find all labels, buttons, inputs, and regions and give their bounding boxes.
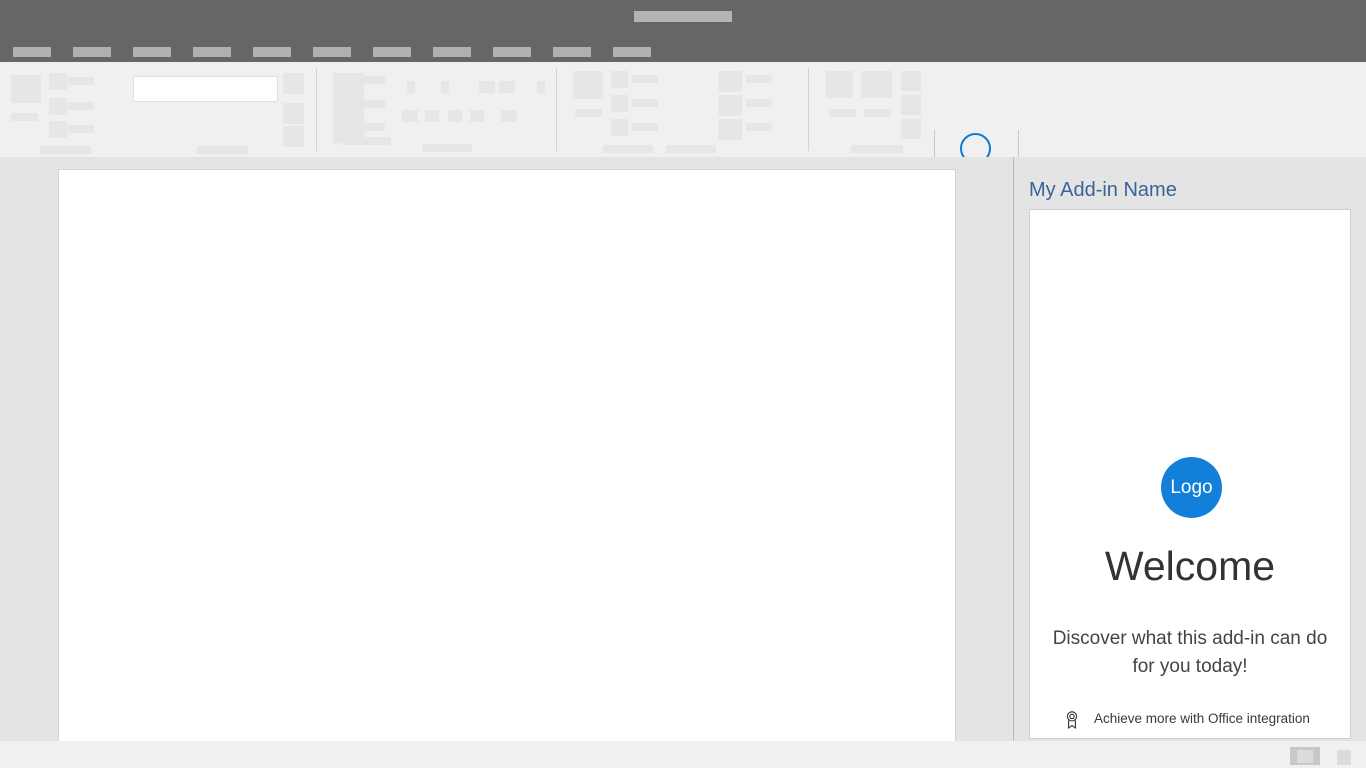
status-bar: [0, 741, 1366, 768]
ribbon-tab-3[interactable]: [133, 47, 171, 57]
ribbon-tab-11[interactable]: [613, 47, 651, 57]
ribbon-tab-7[interactable]: [373, 47, 411, 57]
ribbon-block: [746, 123, 772, 131]
ribbon-block[interactable]: [425, 110, 439, 122]
ribbon-block[interactable]: [283, 126, 304, 147]
ribbon-block: [632, 123, 658, 131]
ribbon-block[interactable]: [611, 119, 628, 136]
ribbon-block: [360, 100, 385, 108]
ribbon-block[interactable]: [718, 71, 742, 92]
ribbon-block[interactable]: [470, 110, 484, 122]
task-pane-content-card: Logo Welcome Discover what this add-in c…: [1029, 209, 1351, 739]
ribbon-text-input[interactable]: [133, 76, 278, 102]
award-ribbon-icon: [1062, 710, 1082, 730]
ribbon-group-label: [40, 146, 91, 154]
ribbon-block[interactable]: [49, 121, 67, 138]
ribbon-block[interactable]: [49, 98, 67, 115]
ribbon-tab-4[interactable]: [193, 47, 231, 57]
title-placeholder: [634, 11, 732, 22]
ribbon-block[interactable]: [501, 110, 517, 122]
task-pane-title: My Add-in Name: [1029, 179, 1177, 202]
group-divider: [556, 68, 557, 151]
ribbon: Command 1 Group Name: [0, 62, 1366, 158]
ribbon-block: [746, 99, 772, 107]
ribbon-block[interactable]: [537, 81, 545, 93]
status-placeholder-1-inner: [1297, 750, 1313, 763]
ribbon-group-label: [851, 145, 903, 153]
ribbon-tab-6[interactable]: [313, 47, 351, 57]
ribbon-block: [68, 77, 94, 85]
welcome-subtitle: Discover what this add-in can do for you…: [1050, 625, 1330, 681]
ribbon-group-label: [197, 146, 248, 154]
ribbon-block: [575, 109, 602, 117]
ribbon-block: [632, 75, 658, 83]
ribbon-group-label: [422, 144, 472, 152]
ribbon-block: [829, 109, 856, 117]
ribbon-block: [360, 76, 385, 84]
ribbon-group-label: [666, 145, 716, 153]
ribbon-group-1: [0, 62, 318, 157]
status-placeholder-2[interactable]: [1337, 750, 1351, 765]
ribbon-block: [68, 102, 94, 110]
ribbon-block: [746, 75, 772, 83]
ribbon-group-3: [558, 62, 713, 157]
ribbon-block: [632, 99, 658, 107]
feature-label: Achieve more with Office integration: [1094, 711, 1310, 726]
ribbon-block[interactable]: [49, 73, 67, 90]
ribbon-block[interactable]: [901, 119, 921, 139]
ribbon-block[interactable]: [402, 110, 418, 122]
ribbon-block[interactable]: [441, 81, 449, 93]
ribbon-tab-8[interactable]: [433, 47, 471, 57]
ribbon-block[interactable]: [479, 81, 495, 93]
ribbon-block: [864, 109, 891, 117]
ribbon-tab-10[interactable]: [553, 47, 591, 57]
ribbon-block[interactable]: [718, 119, 742, 140]
ribbon-block[interactable]: [283, 73, 304, 94]
ribbon-tab-5[interactable]: [253, 47, 291, 57]
ribbon-block[interactable]: [611, 71, 628, 88]
ribbon-tab-strip[interactable]: [0, 37, 1366, 62]
ribbon-block[interactable]: [861, 71, 892, 98]
ribbon-block[interactable]: [283, 103, 304, 124]
ribbon-tab-2[interactable]: [73, 47, 111, 57]
ribbon-block[interactable]: [718, 95, 742, 116]
ribbon-group-2: [318, 62, 558, 157]
ribbon-block[interactable]: [573, 71, 603, 99]
group-divider: [808, 68, 809, 151]
addin-logo: Logo: [1161, 457, 1222, 518]
ribbon-block[interactable]: [901, 71, 921, 91]
ribbon-block: [68, 125, 94, 133]
ribbon-group-5: [813, 62, 934, 157]
welcome-heading: Welcome: [1030, 543, 1350, 590]
ribbon-block: [360, 123, 385, 131]
ribbon-block[interactable]: [11, 75, 41, 103]
ribbon-block[interactable]: [901, 95, 921, 115]
ribbon-block: [11, 113, 38, 121]
task-pane: My Add-in Name Logo Welcome Discover wha…: [1014, 157, 1366, 741]
ribbon-block[interactable]: [611, 95, 628, 112]
ribbon-block[interactable]: [448, 110, 462, 122]
logo-text: Logo: [1170, 477, 1212, 499]
ribbon-block[interactable]: [499, 81, 515, 93]
office-application-window: Command 1 Group Name My Add-in Name Logo…: [0, 0, 1366, 768]
ribbon-group-label: [603, 145, 653, 153]
group-divider: [316, 68, 317, 151]
document-canvas[interactable]: [58, 169, 956, 749]
ribbon-tab-1[interactable]: [13, 47, 51, 57]
ribbon-block[interactable]: [407, 81, 415, 93]
ribbon-tab-9[interactable]: [493, 47, 531, 57]
title-bar: [0, 0, 1366, 37]
ribbon-block[interactable]: [826, 71, 853, 98]
